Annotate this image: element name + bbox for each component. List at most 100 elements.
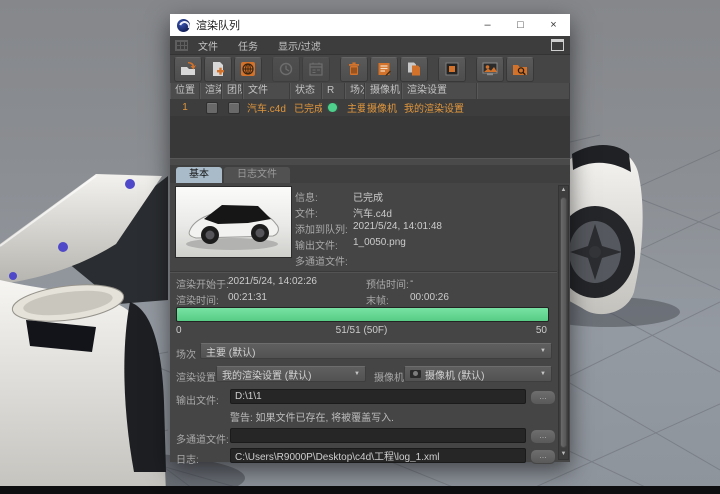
toolbar bbox=[170, 55, 570, 84]
row-file: 汽车.c4d bbox=[243, 100, 290, 115]
add-job-icon bbox=[210, 61, 226, 77]
estimated-time-label: 预估时间: bbox=[366, 276, 409, 291]
multipass-browse-button[interactable]: ... bbox=[530, 429, 556, 444]
queue-row-1[interactable]: 1 汽车.c4d 已完成 主要 摄像机 我的渲染设置 bbox=[170, 99, 570, 116]
log-browse-button[interactable]: ... bbox=[530, 449, 556, 464]
delete-job-button[interactable] bbox=[340, 57, 368, 82]
last-frame-label: 末帧: bbox=[366, 292, 389, 307]
render-queue-window: 渲染队列 – □ × 文件 任务 显示/过滤 bbox=[170, 14, 570, 462]
col-spacer bbox=[477, 83, 570, 99]
render-setting-dropdown[interactable]: 我的渲染设置 (默认) ▼ bbox=[216, 366, 366, 382]
camera-label: 摄像机: bbox=[374, 369, 407, 384]
col-status[interactable]: 状态 bbox=[290, 83, 322, 99]
tab-log-file[interactable]: 日志文件 bbox=[224, 167, 290, 183]
output-browse-button[interactable]: ... bbox=[530, 390, 556, 405]
render-setting-dropdown-value: 我的渲染设置 (默认) bbox=[222, 367, 311, 382]
overwrite-warning-text: 警告: 如果文件已存在, 将被覆盖写入. bbox=[230, 409, 394, 424]
progress-current: 51/51 (50F) bbox=[176, 325, 547, 336]
added-value: 2021/5/24, 14:01:48 bbox=[353, 221, 442, 232]
file-value: 汽车.c4d bbox=[353, 205, 392, 220]
take-label: 场次 bbox=[176, 346, 196, 361]
start-render-icon bbox=[444, 61, 460, 77]
menu-file[interactable]: 文件 bbox=[188, 38, 228, 53]
row-camera: 摄像机 bbox=[365, 100, 402, 115]
camera-icon bbox=[410, 370, 421, 378]
cinema4d-logo-icon bbox=[177, 19, 190, 32]
camera-dropdown[interactable]: 摄像机 (默认) ▼ bbox=[404, 366, 552, 382]
row-position: 1 bbox=[170, 102, 200, 113]
col-position[interactable]: 位置 bbox=[170, 83, 200, 99]
render-progress-fill bbox=[177, 308, 548, 321]
row-take: 主要 bbox=[345, 100, 365, 115]
col-r[interactable]: R bbox=[322, 83, 345, 99]
open-file-icon bbox=[180, 61, 196, 77]
close-button[interactable]: × bbox=[537, 14, 570, 36]
col-camera[interactable]: 摄像机 bbox=[365, 83, 402, 99]
output-file-input[interactable] bbox=[230, 389, 526, 404]
open-file-button[interactable] bbox=[174, 57, 202, 82]
col-render[interactable]: 渲染 bbox=[200, 83, 222, 99]
schedule-icon bbox=[308, 61, 324, 77]
multipass-file-input[interactable] bbox=[230, 428, 526, 443]
copy-job-icon bbox=[406, 61, 422, 77]
queue-table-empty-area[interactable] bbox=[170, 116, 570, 158]
col-take[interactable]: 场次 bbox=[345, 83, 365, 99]
file-label: 文件: bbox=[295, 205, 318, 220]
undock-icon[interactable] bbox=[551, 39, 564, 51]
team-checkbox[interactable] bbox=[228, 102, 240, 114]
screenshot-root: 渲染队列 – □ × 文件 任务 显示/过滤 bbox=[0, 0, 720, 494]
menu-task[interactable]: 任务 bbox=[228, 38, 268, 53]
scroll-down-icon[interactable]: ▼ bbox=[559, 450, 568, 459]
added-label: 添加到队列: bbox=[295, 221, 348, 236]
team-render-button[interactable] bbox=[234, 57, 262, 82]
panel-grid-icon[interactable] bbox=[175, 40, 188, 51]
render-progress-bar bbox=[176, 307, 549, 322]
last-frame-value: 00:00:26 bbox=[410, 292, 449, 303]
picture-viewer-button[interactable] bbox=[476, 57, 504, 82]
col-render-setting[interactable]: 渲染设置 bbox=[402, 83, 477, 99]
copy-job-button[interactable] bbox=[400, 57, 428, 82]
scrollbar-thumb[interactable] bbox=[560, 197, 567, 448]
schedule-button bbox=[302, 57, 330, 82]
window-controls: – □ × bbox=[471, 14, 570, 36]
multipass-file-label: 多通道文件: bbox=[176, 431, 229, 446]
tab-basic[interactable]: 基本 bbox=[176, 167, 222, 183]
open-output-folder-icon bbox=[512, 61, 528, 77]
details-scrollbar[interactable]: ▲ ▼ bbox=[558, 185, 569, 460]
minimize-button[interactable]: – bbox=[471, 14, 504, 36]
history-button bbox=[272, 57, 300, 82]
render-preview-thumbnail bbox=[175, 186, 292, 258]
menu-bar: 文件 任务 显示/过滤 bbox=[170, 36, 570, 55]
row-team-cell bbox=[222, 102, 243, 114]
viewport-bottom-edge bbox=[0, 486, 720, 494]
col-team[interactable]: 团队 bbox=[222, 83, 243, 99]
chevron-down-icon: ▼ bbox=[354, 371, 360, 377]
log-label: 日志: bbox=[176, 451, 199, 466]
render-time-label: 渲染时间: bbox=[176, 292, 219, 307]
col-file[interactable]: 文件 bbox=[243, 83, 290, 99]
details-panel: 信息: 已完成 文件: 汽车.c4d 添加到队列: 2021/5/24, 14:… bbox=[170, 183, 570, 462]
estimated-time-value: - bbox=[410, 276, 413, 287]
status-ok-dot bbox=[328, 103, 337, 112]
menu-display-filter[interactable]: 显示/过滤 bbox=[268, 38, 331, 53]
maximize-button[interactable]: □ bbox=[504, 14, 537, 36]
info-label: 信息: bbox=[295, 189, 318, 204]
add-job-button[interactable] bbox=[204, 57, 232, 82]
take-dropdown[interactable]: 主要 (默认) ▼ bbox=[200, 343, 552, 359]
open-output-folder-button[interactable] bbox=[506, 57, 534, 82]
row-render-setting: 我的渲染设置 bbox=[402, 100, 477, 115]
edit-render-settings-button[interactable] bbox=[370, 57, 398, 82]
start-render-button[interactable] bbox=[438, 57, 466, 82]
edit-render-settings-icon bbox=[376, 61, 392, 77]
picture-viewer-icon bbox=[482, 61, 498, 77]
scroll-up-icon[interactable]: ▲ bbox=[559, 186, 568, 195]
log-file-input[interactable] bbox=[230, 448, 526, 463]
multipass-info-label: 多通道文件: bbox=[295, 253, 348, 268]
row-render-cell bbox=[200, 102, 222, 114]
render-checkbox[interactable] bbox=[206, 102, 218, 114]
thumbnail-car-image bbox=[176, 187, 289, 255]
render-start-value: 2021/5/24, 14:02:26 bbox=[228, 276, 317, 287]
team-render-icon bbox=[240, 61, 256, 77]
render-start-label: 渲染开始于: bbox=[176, 276, 229, 291]
window-titlebar[interactable]: 渲染队列 – □ × bbox=[170, 14, 570, 36]
